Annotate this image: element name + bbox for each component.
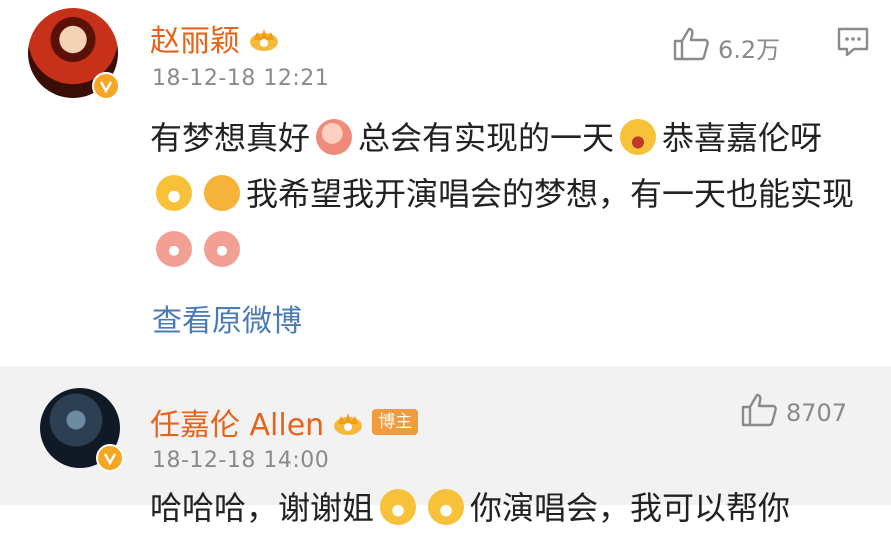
pray-emoji-icon [316,119,353,155]
comment-text-part: 哈哈哈，谢谢姐 [150,489,375,527]
username[interactable]: 任嘉伦 Allen 博主 [150,400,419,444]
fan-emoji-icon [204,231,240,267]
laugh-emoji-icon [620,119,657,155]
comment-text-part: 你演唱会，我可以帮你 [470,489,791,527]
like-count: 8707 [786,399,848,427]
crown-icon [332,409,364,435]
username[interactable]: 赵丽颖 [150,16,280,60]
like-button[interactable]: 8707 [740,392,847,434]
like-button[interactable]: 6.2万 [672,26,780,68]
view-original-link[interactable]: 查看原微博 [152,296,302,340]
username-text[interactable]: 任嘉伦 Allen [150,400,324,444]
verified-icon [92,72,120,100]
comment-text-part: 总会有实现的一天 [358,119,615,157]
username-text[interactable]: 赵丽颖 [150,16,240,60]
comment-text-part: 我希望我开演唱会的梦想，有一天也能实现 [246,175,855,213]
grin-emoji-icon [156,175,192,211]
timestamp: 18-12-18 12:21 [152,66,330,91]
author-badge: 博主 [372,409,419,435]
fan-emoji-icon [156,231,192,267]
crown-icon [248,25,280,51]
comment-text-part: 有梦想真好 [150,119,311,157]
thumbs-up-icon[interactable] [672,26,710,68]
shy-emoji-icon [204,175,240,211]
comment-text: 哈哈哈，谢谢姐 你演唱会，我可以帮你 [150,480,870,536]
cry-laugh-emoji-icon [380,489,417,525]
cry-laugh-emoji-icon [428,489,465,525]
timestamp: 18-12-18 14:00 [152,448,330,473]
thumbs-up-icon[interactable] [740,392,778,434]
comment-text: 有梦想真好 总会有实现的一天 恭喜嘉伦呀我希望我开演唱会的梦想，有一天也能实现 [150,110,870,278]
comment-item: 赵丽颖 18-12-18 12:21 6.2万 有梦想真好 总会有实现的一天 恭喜嘉… [0,0,891,366]
comment-text-part: 恭喜嘉伦呀 [662,119,823,157]
comment-icon[interactable] [836,26,870,62]
verified-icon [96,444,124,472]
like-count: 6.2万 [718,35,781,64]
